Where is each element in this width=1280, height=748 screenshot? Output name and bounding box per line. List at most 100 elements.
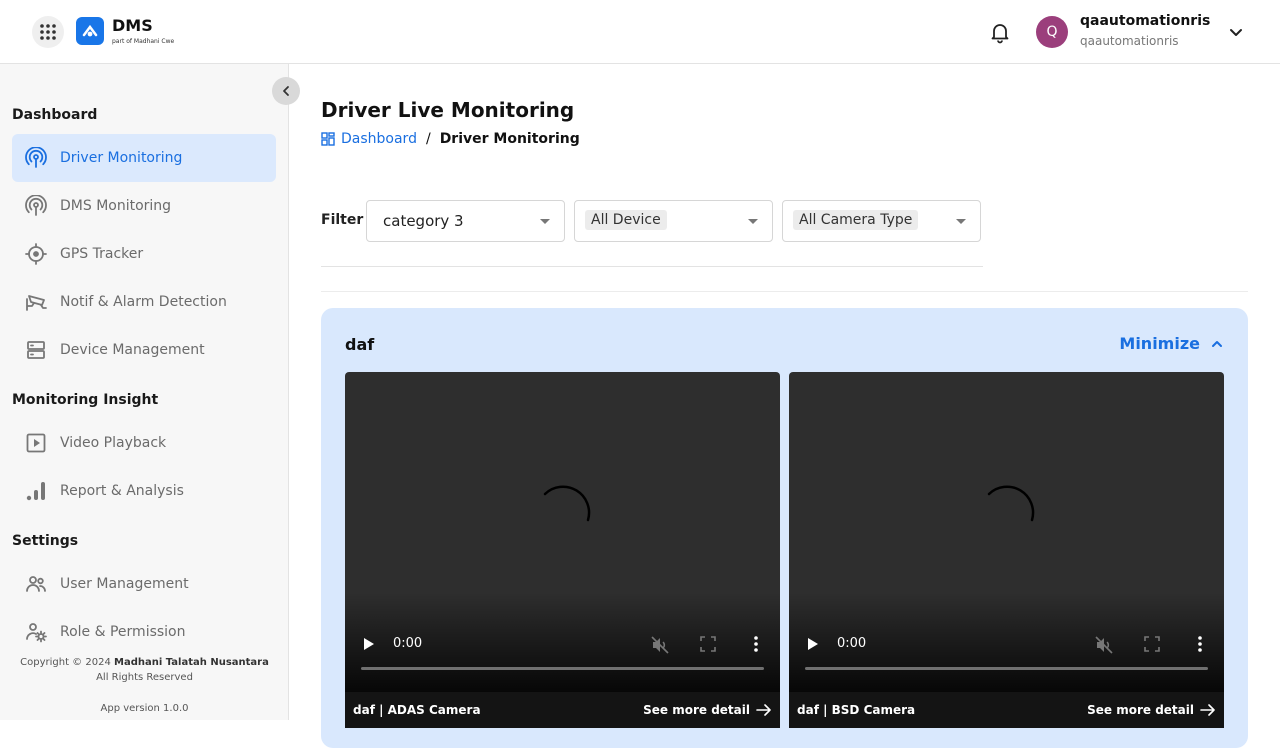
user-subtitle: qaautomationris bbox=[1080, 34, 1179, 48]
arrow-right-icon bbox=[756, 704, 771, 716]
sidebar-item-role-permission[interactable]: Role & Permission bbox=[12, 608, 276, 656]
user-gear-icon bbox=[24, 620, 48, 644]
avatar[interactable]: Q bbox=[1036, 16, 1068, 48]
muted-speaker-icon[interactable] bbox=[650, 635, 670, 655]
sidebar-item-label: Notif & Alarm Detection bbox=[60, 294, 227, 310]
app-version: App version 1.0.0 bbox=[100, 703, 189, 714]
play-icon[interactable] bbox=[805, 636, 821, 652]
video-caption: daf | ADAS Camera bbox=[353, 703, 481, 717]
sidebar-item-dms-monitoring[interactable]: DMS Monitoring bbox=[12, 182, 276, 230]
sidebar-item-label: User Management bbox=[60, 576, 189, 592]
brand-name: DMS bbox=[112, 16, 153, 35]
minimize-label: Minimize bbox=[1119, 334, 1200, 353]
device-select-value: All Device bbox=[585, 210, 667, 230]
play-square-icon bbox=[24, 431, 48, 455]
sidebar-item-video-playback[interactable]: Video Playback bbox=[12, 419, 276, 467]
more-vertical-icon[interactable] bbox=[749, 635, 763, 653]
breadcrumb: Dashboard / Driver Monitoring bbox=[321, 131, 580, 147]
see-more-detail-label: See more detail bbox=[643, 703, 750, 717]
copyright-text: Copyright © 2024 bbox=[20, 657, 111, 668]
sidebar-item-device-management[interactable]: Device Management bbox=[12, 326, 276, 374]
caret-down-icon bbox=[956, 219, 966, 224]
category-select[interactable]: category 3 bbox=[366, 200, 565, 242]
brand: DMS part of Madhani Cwe bbox=[112, 16, 174, 46]
users-icon bbox=[24, 572, 48, 596]
filter-label: Filter bbox=[321, 212, 364, 228]
company-name: Madhani Talatah Nusantara bbox=[114, 657, 269, 668]
collapse-sidebar-button[interactable] bbox=[272, 77, 300, 105]
sidebar-item-report-analysis[interactable]: Report & Analysis bbox=[12, 467, 276, 515]
sidebar-item-user-management[interactable]: User Management bbox=[12, 560, 276, 608]
video-caption-bar: daf | ADAS Camera See more detail bbox=[345, 692, 780, 728]
play-icon[interactable] bbox=[361, 636, 377, 652]
sidebar: Dashboard Driver Monitoring DMS Monitori… bbox=[0, 64, 289, 720]
video-caption-bar: daf | BSD Camera See more detail bbox=[789, 692, 1224, 728]
server-icon bbox=[24, 338, 48, 362]
sidebar-item-label: DMS Monitoring bbox=[60, 198, 172, 214]
minimize-button[interactable]: Minimize bbox=[1119, 334, 1224, 353]
page-title: Driver Live Monitoring bbox=[321, 98, 575, 122]
camera-type-select[interactable]: All Camera Type bbox=[782, 200, 981, 242]
see-more-detail-label: See more detail bbox=[1087, 703, 1194, 717]
device-group-card: daf Minimize 0:00 daf | ADAS Camera See … bbox=[321, 308, 1248, 748]
footer-copyright: Copyright © 2024 Madhani Talatah Nusanta… bbox=[0, 657, 289, 668]
chevron-up-icon bbox=[1212, 340, 1222, 347]
camera-type-select-value: All Camera Type bbox=[793, 210, 919, 230]
top-header: DMS part of Madhani Cwe Q qaautomationri… bbox=[0, 0, 1280, 64]
fullscreen-icon[interactable] bbox=[699, 635, 717, 653]
cctv-icon bbox=[24, 290, 48, 314]
crosshair-icon bbox=[24, 242, 48, 266]
video-progress-bar[interactable] bbox=[805, 667, 1208, 670]
section-title-settings: Settings bbox=[12, 533, 79, 549]
device-group-title: daf bbox=[345, 335, 375, 354]
see-more-detail-link[interactable]: See more detail bbox=[643, 703, 772, 717]
sidebar-item-label: GPS Tracker bbox=[60, 246, 144, 262]
video-time: 0:00 bbox=[393, 636, 423, 651]
sidebar-item-gps-tracker[interactable]: GPS Tracker bbox=[12, 230, 276, 278]
logo-icon bbox=[82, 24, 98, 37]
user-name: qaautomationris bbox=[1080, 13, 1211, 29]
sidebar-item-label: Video Playback bbox=[60, 435, 167, 451]
video-player-bsd[interactable]: 0:00 daf | BSD Camera See more detail bbox=[789, 372, 1224, 728]
video-time: 0:00 bbox=[837, 636, 867, 651]
apps-grid-button[interactable] bbox=[32, 16, 64, 48]
broadcast-icon bbox=[24, 194, 48, 218]
fullscreen-icon[interactable] bbox=[1143, 635, 1161, 653]
brand-subtitle: part of Madhani Cwe bbox=[112, 38, 175, 45]
arrow-right-icon bbox=[1200, 704, 1215, 716]
sidebar-item-label: Driver Monitoring bbox=[60, 150, 183, 166]
chevron-left-icon bbox=[283, 86, 289, 96]
bar-chart-icon bbox=[24, 479, 48, 503]
caret-down-icon bbox=[540, 219, 550, 224]
video-player-adas[interactable]: 0:00 daf | ADAS Camera See more detail bbox=[345, 372, 780, 728]
apps-grid-icon bbox=[40, 24, 56, 40]
sidebar-item-driver-monitoring[interactable]: Driver Monitoring bbox=[12, 134, 276, 182]
device-select[interactable]: All Device bbox=[574, 200, 773, 242]
muted-speaker-icon[interactable] bbox=[1094, 635, 1114, 655]
sidebar-item-label: Report & Analysis bbox=[60, 483, 184, 499]
chevron-down-icon[interactable] bbox=[1228, 24, 1244, 40]
loading-spinner-icon bbox=[987, 485, 1035, 522]
dashboard-grid-icon bbox=[321, 132, 335, 146]
category-select-value: category 3 bbox=[383, 212, 464, 230]
loading-spinner-icon bbox=[543, 485, 591, 522]
dms-logo[interactable] bbox=[76, 17, 104, 45]
section-title-dashboard: Dashboard bbox=[12, 107, 98, 123]
see-more-detail-link[interactable]: See more detail bbox=[1087, 703, 1216, 717]
breadcrumb-dashboard-link[interactable]: Dashboard bbox=[341, 131, 417, 147]
video-progress-bar[interactable] bbox=[361, 667, 764, 670]
broadcast-icon bbox=[24, 146, 48, 170]
filter-divider bbox=[321, 266, 983, 267]
notification-bell-icon[interactable] bbox=[988, 20, 1012, 44]
footer-rights: All Rights Reserved bbox=[96, 672, 193, 683]
video-caption: daf | BSD Camera bbox=[797, 703, 916, 717]
section-title-monitoring-insight: Monitoring Insight bbox=[12, 392, 159, 408]
breadcrumb-current: Driver Monitoring bbox=[439, 131, 580, 147]
breadcrumb-separator: / bbox=[425, 131, 431, 147]
sidebar-item-label: Device Management bbox=[60, 342, 205, 358]
more-vertical-icon[interactable] bbox=[1193, 635, 1207, 653]
sidebar-item-label: Role & Permission bbox=[60, 624, 186, 640]
sidebar-item-notif-alarm[interactable]: Notif & Alarm Detection bbox=[12, 278, 276, 326]
caret-down-icon bbox=[748, 219, 758, 224]
section-divider bbox=[321, 291, 1248, 292]
